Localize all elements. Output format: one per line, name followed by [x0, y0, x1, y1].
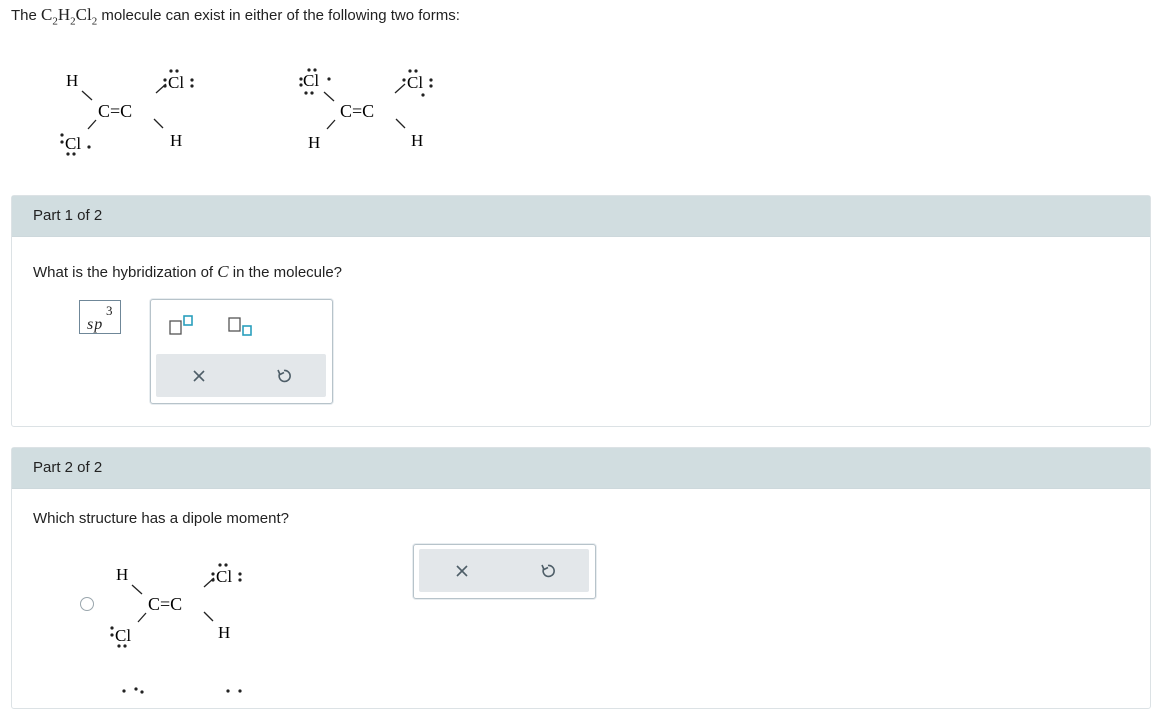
part-2-header: Part 2 of 2 — [12, 448, 1150, 489]
question-text-before: What is the hybridization of — [33, 264, 214, 281]
undo-icon[interactable] — [540, 563, 556, 579]
superscript-icon[interactable] — [169, 315, 195, 337]
double-bond-label: C=C — [98, 101, 132, 121]
clear-icon[interactable] — [455, 564, 469, 578]
clear-icon[interactable] — [192, 369, 206, 383]
subscript-icon[interactable] — [228, 317, 256, 339]
formula-c: C — [41, 5, 53, 24]
intro-prefix: The — [11, 7, 37, 24]
atom-cl-top-right: Cl — [407, 73, 423, 92]
answer-input[interactable]: sp 3 — [79, 300, 121, 334]
double-bond-label: C=C — [340, 101, 374, 121]
option-1-structure: H Cl C=C Cl H — [110, 563, 242, 648]
trans-structure: Cl Cl C=C H H — [299, 68, 433, 152]
atom-cl-bottom-left: Cl — [65, 134, 81, 153]
double-bond-label: C=C — [148, 594, 182, 614]
atom-cl-bottom-left: Cl — [115, 626, 131, 645]
intro-suffix: molecule can exist in either of the foll… — [101, 7, 460, 24]
atom-h-bottom-right: H — [218, 623, 230, 642]
formula: C2H2Cl2 — [41, 5, 98, 28]
atom-cl-top-right: Cl — [216, 567, 232, 586]
atom-h-bottom-right: H — [170, 131, 182, 150]
formula-cl-sub: 2 — [91, 15, 98, 28]
palette-action-bar — [156, 354, 326, 397]
question-text-after: in the molecule? — [232, 264, 343, 281]
answer-superscript: 3 — [106, 303, 113, 318]
undo-icon[interactable] — [276, 368, 292, 384]
answer-base: sp — [87, 316, 104, 333]
part-1-panel: Part 1 of 2 What is the hybridization of… — [11, 195, 1151, 427]
atom-h-bottom-right: H — [411, 131, 423, 150]
atom-h-top-left: H — [66, 71, 78, 90]
part-2-palette — [413, 544, 596, 599]
math-palette — [150, 299, 333, 404]
intro-text: The C2H2Cl2 molecule can exist in either… — [11, 5, 460, 27]
atom-h-top-left: H — [116, 565, 128, 584]
part-2-question: Which structure has a dipole moment? — [33, 510, 289, 527]
part-1-header: Part 1 of 2 — [12, 196, 1150, 237]
option-1-radio[interactable] — [80, 597, 94, 611]
atom-h-bottom-left: H — [308, 133, 320, 152]
cis-structure: H Cl C=C Cl H — [60, 69, 194, 156]
part-1-question: What is the hybridization of C in the mo… — [33, 262, 342, 282]
formula-cl: Cl — [75, 5, 92, 24]
part-2-panel: Part 2 of 2 Which structure has a dipole… — [11, 447, 1151, 709]
palette-action-bar — [419, 549, 589, 592]
atom-cl-top-right: Cl — [168, 73, 184, 92]
question-variable: C — [217, 262, 229, 281]
formula-h: H — [57, 5, 71, 24]
atom-cl-top-left: Cl — [303, 71, 319, 90]
